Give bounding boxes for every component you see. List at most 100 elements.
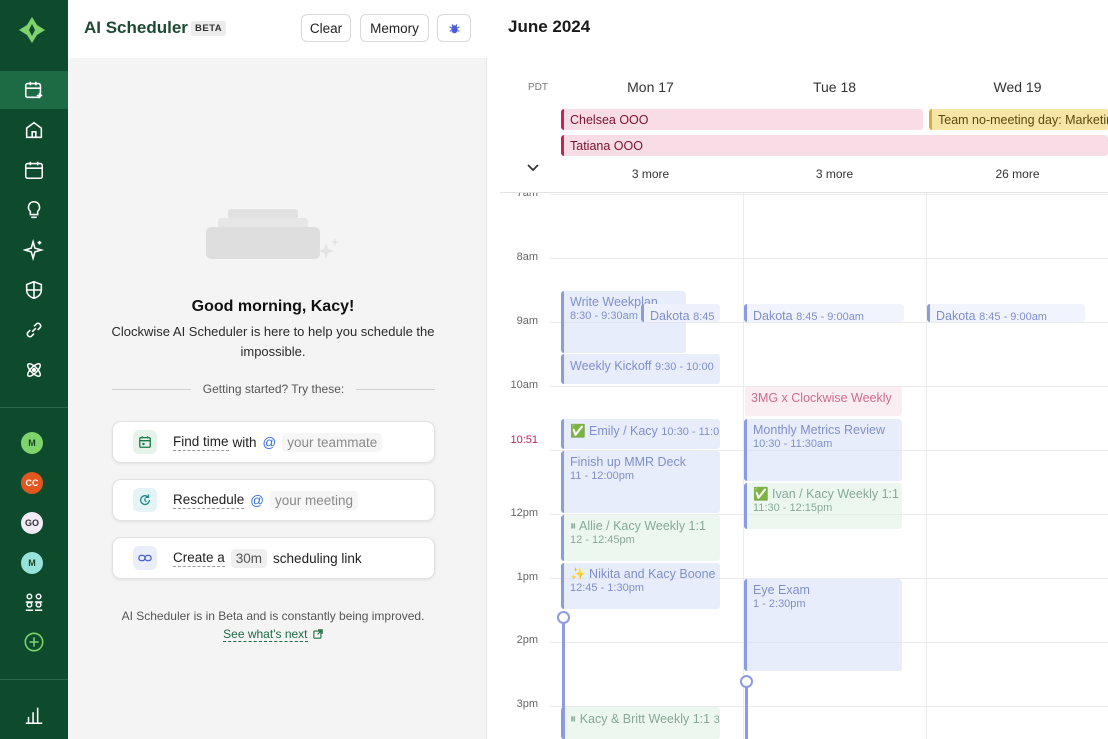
- nav-home[interactable]: [0, 111, 68, 149]
- avatar[interactable]: M: [21, 432, 43, 454]
- event-title: Eye Exam: [753, 583, 810, 597]
- nav-integrations[interactable]: [0, 351, 68, 389]
- time-grid: 7am 8am 9am 10am 10:51 12pm 1pm 2pm 3pm …: [488, 193, 1108, 739]
- event-time: 3: [713, 714, 720, 726]
- day-header[interactable]: Wed 19: [926, 79, 1108, 95]
- page-title: AI Scheduler: [84, 18, 188, 37]
- ai-scheduler-panel: AI Scheduler BETA Clear Memory Good morn…: [68, 0, 487, 739]
- nav-insights[interactable]: [0, 191, 68, 229]
- clear-button[interactable]: Clear: [301, 14, 351, 42]
- greeting-subtitle: Clockwise AI Scheduler is here to help y…: [111, 324, 435, 359]
- whats-next-label: See what's next: [223, 627, 308, 642]
- timezone-label: PDT: [528, 82, 548, 93]
- event-dakota[interactable]: Dakota 8:45: [641, 304, 720, 322]
- event-time: 8:45 - 9:00am: [979, 311, 1047, 322]
- nav-teams[interactable]: [0, 583, 68, 621]
- bug-report-button[interactable]: [437, 14, 471, 42]
- event-nikita-kacy[interactable]: ✨ Nikita and Kacy Boone 12:45 - 1:30pm: [561, 563, 720, 609]
- event-title: ✅ Emily / Kacy: [570, 424, 658, 438]
- left-rail: M CC GO M: [0, 0, 68, 739]
- external-link-icon: [313, 629, 323, 639]
- bug-icon: [448, 23, 460, 33]
- event-emily-kacy[interactable]: ✅ Emily / Kacy 10:30 - 11:0: [561, 419, 720, 449]
- more-events-link[interactable]: 3 more: [743, 167, 926, 181]
- rail-divider: [0, 407, 68, 408]
- all-day-event[interactable]: Tatiana OOO: [561, 135, 1108, 156]
- bar-chart-icon: [25, 707, 43, 725]
- duration-chip[interactable]: 30m: [230, 548, 268, 568]
- day-header[interactable]: Tue 18: [743, 79, 926, 95]
- event-dakota[interactable]: Dakota 8:45 - 9:00am: [927, 304, 1085, 322]
- whats-next-link[interactable]: See what's next: [68, 627, 478, 642]
- event-eye-exam[interactable]: Eye Exam 1 - 2:30pm: [744, 579, 902, 671]
- event-title: Dakota: [753, 309, 793, 322]
- event-title: Finish up MMR Deck: [570, 455, 686, 469]
- event-time: 1 - 2:30pm: [753, 598, 806, 610]
- clockwise-logo-icon[interactable]: [18, 16, 46, 44]
- event-title: Weekly Kickoff: [570, 359, 652, 373]
- create-link-suggestion[interactable]: Create a 30m scheduling link: [112, 537, 435, 579]
- event-kacy-britt[interactable]: ⏸ Kacy & Britt Weekly 1:1 3: [561, 707, 720, 739]
- event-3mg-clockwise[interactable]: 3MG x Clockwise Weekly: [745, 386, 902, 416]
- event-allie-kacy[interactable]: ⏸ Allie / Kacy Weekly 1:1 12 - 12:45pm: [561, 515, 720, 561]
- day-header[interactable]: Mon 17: [559, 79, 742, 95]
- nav-shield[interactable]: [0, 271, 68, 309]
- event-monthly-metrics[interactable]: Monthly Metrics Review 10:30 - 11:30am: [744, 419, 902, 481]
- reschedule-suggestion[interactable]: Reschedule @ your meeting: [112, 479, 435, 521]
- nav-sparkle[interactable]: [0, 231, 68, 269]
- event-time: 9:30 - 10:00: [655, 361, 714, 373]
- event-finish-mmr-deck[interactable]: Finish up MMR Deck 11 - 12:00pm: [561, 451, 720, 513]
- event-time: 11:30 - 12:15pm: [753, 502, 833, 514]
- home-icon: [25, 121, 43, 139]
- avatar[interactable]: GO: [21, 512, 43, 534]
- more-events-link[interactable]: 26 more: [926, 167, 1108, 181]
- event-ivan-kacy[interactable]: ✅ Ivan / Kacy Weekly 1:1 11:30 - 12:15pm: [744, 483, 902, 529]
- timeline-bar: [562, 623, 565, 739]
- event-weekly-kickoff[interactable]: Weekly Kickoff 9:30 - 10:00: [561, 354, 720, 384]
- scheduling-link-label: scheduling link: [273, 550, 362, 566]
- beta-badge: BETA: [191, 21, 227, 36]
- reschedule-icon: [133, 488, 157, 512]
- timeline-handle[interactable]: [740, 675, 753, 688]
- avatar[interactable]: CC: [21, 472, 43, 494]
- event-time: 11 - 12:00pm: [570, 470, 635, 482]
- all-day-event[interactable]: Chelsea OOO: [561, 109, 923, 130]
- nav-add[interactable]: [0, 623, 68, 661]
- create-label: Create a: [173, 549, 225, 567]
- more-events-link[interactable]: 3 more: [559, 167, 742, 181]
- avatar[interactable]: M: [21, 552, 43, 574]
- event-time: 8:45: [693, 311, 715, 322]
- memory-button[interactable]: Memory: [360, 14, 429, 42]
- calendar-check-icon: [133, 430, 157, 454]
- calendar-icon: [24, 161, 44, 180]
- link-icon: [133, 546, 157, 570]
- chevron-down-icon[interactable]: [524, 158, 542, 176]
- find-time-suggestion[interactable]: Find time with @ your teammate: [112, 421, 435, 463]
- teammate-placeholder[interactable]: your teammate: [282, 432, 383, 452]
- timeline-handle[interactable]: [557, 611, 570, 624]
- event-title: Monthly Metrics Review: [753, 423, 885, 437]
- team-icon: [25, 593, 43, 611]
- nav-links[interactable]: [0, 311, 68, 349]
- empty-state-illustration: [206, 209, 339, 259]
- event-write-weekplan[interactable]: Write Weekplan 8:30 - 9:30am: [561, 291, 686, 353]
- event-title: 3MG x Clockwise Weekly: [751, 391, 892, 405]
- event-dakota[interactable]: Dakota 8:45 - 9:00am: [744, 304, 904, 322]
- all-day-event[interactable]: Team no-meeting day: Marketing: [929, 109, 1108, 130]
- meeting-placeholder[interactable]: your meeting: [270, 490, 359, 510]
- time-label: 3pm: [516, 698, 538, 710]
- time-label: 9am: [516, 315, 538, 327]
- calendar-plus-icon: [24, 81, 43, 99]
- shield-icon: [25, 280, 43, 300]
- plus-circle-icon: [24, 632, 44, 652]
- link-icon: [26, 322, 42, 338]
- event-time: 8:45 - 9:00am: [796, 311, 864, 322]
- nav-analytics[interactable]: [0, 696, 68, 734]
- event-title: Dakota: [936, 309, 976, 322]
- nav-calendar[interactable]: [0, 151, 68, 189]
- getting-started-label: Getting started? Try these:: [202, 382, 345, 396]
- nav-ai-scheduler[interactable]: [0, 71, 68, 109]
- time-label: 1pm: [516, 571, 538, 583]
- with-label: with: [232, 434, 257, 450]
- event-title: ⏸ Kacy & Britt Weekly 1:1: [570, 712, 711, 726]
